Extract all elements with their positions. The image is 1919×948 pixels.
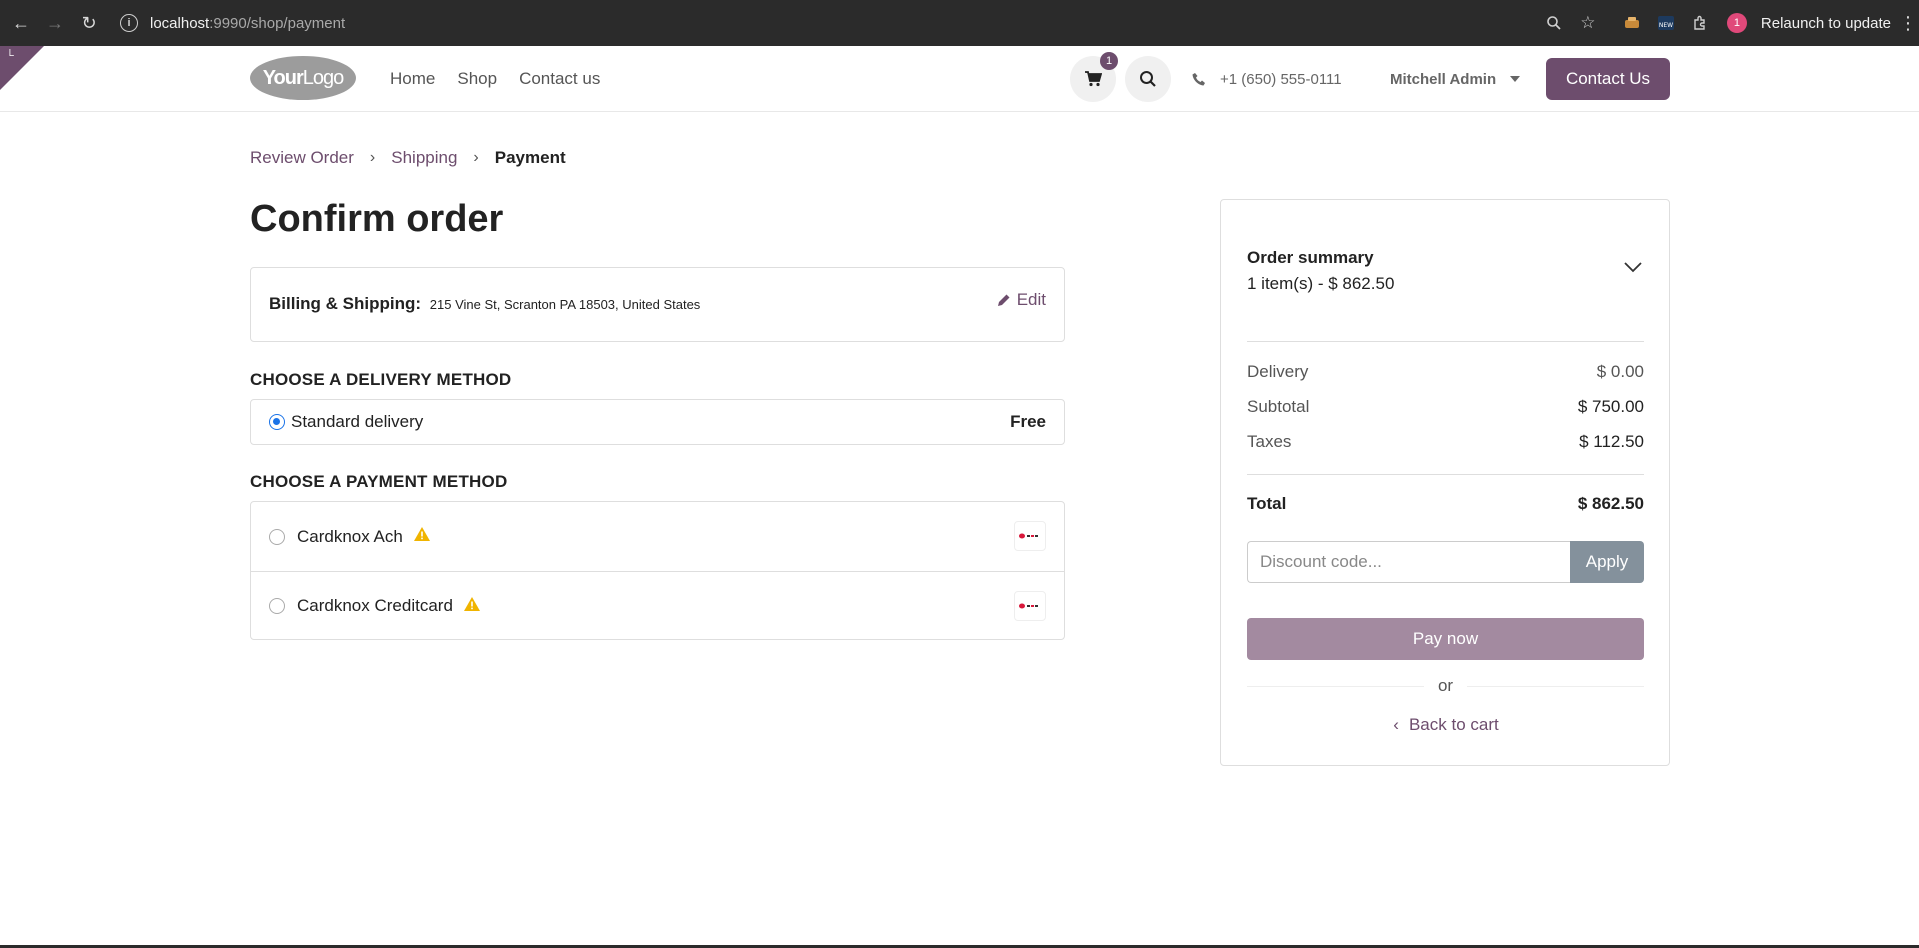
zoom-icon[interactable] (1537, 6, 1571, 40)
payment-option[interactable]: Cardknox Ach (251, 502, 1064, 571)
payment-radio[interactable] (269, 598, 285, 614)
user-name: Mitchell Admin (1390, 70, 1497, 88)
billing-label-text: Billing & Shipping: (269, 294, 422, 313)
chevron-left-icon: ‹ (1393, 715, 1399, 734)
page-title: Confirm order (250, 198, 504, 240)
payment-method-name: Cardknox Ach (297, 526, 403, 546)
delivery-radio[interactable] (269, 414, 285, 430)
chevron-down-icon (1510, 76, 1521, 82)
billing-label: Billing & Shipping: 215 Vine St, Scranto… (269, 294, 700, 314)
logo-text-thin: Logo (302, 66, 344, 89)
or-separator: or (1247, 676, 1644, 696)
nav-shop[interactable]: Shop (457, 69, 497, 89)
pencil-icon (997, 294, 1010, 306)
apply-discount-button[interactable]: Apply (1570, 541, 1644, 583)
url-path: :9990/shop/payment (209, 14, 346, 32)
delivery-method-name: Standard delivery (291, 412, 424, 431)
edit-address-button[interactable]: Edit (997, 290, 1046, 310)
search-icon (1140, 71, 1156, 87)
delivery-label: Delivery (1247, 362, 1309, 381)
breadcrumb-payment: Payment (494, 148, 566, 167)
total-value: $ 862.50 (1577, 494, 1644, 513)
edit-mode-flag-icon[interactable]: └ (0, 46, 44, 90)
discount-form: Apply (1247, 541, 1644, 583)
nav-contact-us[interactable]: Contact us (519, 69, 600, 89)
chevron-right-icon: › (473, 149, 479, 166)
delivery-value: $ 0.00 (1596, 362, 1644, 381)
chevron-down-icon[interactable] (1623, 260, 1643, 278)
cardknox-logo-icon (1014, 521, 1046, 551)
new-extension-icon[interactable]: NEW (1649, 6, 1683, 40)
profile-avatar[interactable]: 1 (1726, 13, 1747, 33)
subtotal-label: Subtotal (1247, 397, 1310, 416)
reload-icon[interactable]: ↻ (72, 6, 106, 40)
relaunch-button[interactable]: Relaunch to update (1757, 15, 1897, 32)
divider (1247, 341, 1644, 342)
delivery-method-card[interactable]: Standard delivery Free (250, 399, 1065, 445)
browser-menu-icon[interactable]: ⋮ (1897, 13, 1919, 34)
back-to-cart-link[interactable]: ‹ Back to cart (1221, 715, 1671, 735)
warning-icon (413, 526, 431, 547)
payment-methods-card: Cardknox Ach Cardknox Creditcard (250, 501, 1065, 640)
svg-text:NEW: NEW (1659, 22, 1673, 29)
extensions-puzzle-icon[interactable] (1683, 6, 1717, 40)
payment-radio[interactable] (269, 528, 285, 545)
address-bar[interactable]: i localhost:9990/shop/payment (120, 14, 345, 32)
taxes-value: $ 112.50 (1579, 432, 1644, 451)
order-item-count: 1 item(s) - $ 862.50 (1247, 274, 1395, 293)
breadcrumb-review-order[interactable]: Review Order (250, 148, 354, 168)
delivery-line: Delivery $ 0.00 (1247, 362, 1644, 382)
phone-contact[interactable]: +1 (650) 555-0111 (1192, 46, 1342, 112)
delivery-price: Free (1010, 412, 1046, 431)
breadcrumb: Review Order › Shipping › Payment (250, 148, 566, 168)
payment-method-name: Cardknox Creditcard (297, 596, 453, 615)
billing-shipping-card: Billing & Shipping: 215 Vine St, Scranto… (250, 267, 1065, 342)
extension-icon[interactable] (1615, 6, 1649, 40)
pay-now-button[interactable]: Pay now (1247, 618, 1644, 660)
phone-number: +1 (650) 555-0111 (1220, 70, 1342, 88)
cart-icon (1085, 71, 1102, 87)
nav-home[interactable]: Home (390, 69, 435, 89)
total-line: Total $ 862.50 (1247, 494, 1644, 514)
order-summary-title: Order summary (1247, 248, 1374, 267)
order-summary-card: Order summary 1 item(s) - $ 862.50 Deliv… (1220, 199, 1670, 766)
or-label: or (1437, 676, 1454, 695)
chevron-right-icon: › (369, 149, 376, 166)
main-nav: Home Shop Contact us (390, 46, 600, 112)
payment-section-title: CHOOSE A PAYMENT METHOD (250, 472, 508, 491)
subtotal-line: Subtotal $ 750.00 (1247, 397, 1644, 417)
forward-arrow-icon[interactable]: → (38, 6, 72, 40)
cardknox-logo-icon (1014, 591, 1046, 621)
billing-address: 215 Vine St, Scranton PA 18503, United S… (429, 297, 701, 312)
search-button[interactable] (1125, 56, 1171, 102)
warning-icon (463, 596, 481, 617)
phone-icon (1192, 73, 1205, 86)
site-header: └ Your Logo Home Shop Contact us 1 +1 (65… (0, 46, 1919, 112)
taxes-line: Taxes $ 112.50 (1247, 432, 1644, 452)
site-info-icon[interactable]: i (120, 14, 138, 32)
back-to-cart-label: Back to cart (1408, 715, 1499, 734)
total-label: Total (1247, 494, 1287, 513)
discount-code-input[interactable] (1247, 541, 1570, 583)
site-logo[interactable]: Your Logo (250, 56, 356, 100)
taxes-label: Taxes (1247, 432, 1292, 451)
cart-count-badge: 1 (1100, 52, 1118, 70)
payment-option[interactable]: Cardknox Creditcard (251, 571, 1064, 640)
breadcrumb-shipping[interactable]: Shipping (391, 148, 457, 168)
contact-us-button[interactable]: Contact Us (1546, 58, 1670, 100)
user-menu[interactable]: Mitchell Admin (1390, 46, 1521, 112)
delivery-section-title: CHOOSE A DELIVERY METHOD (250, 370, 512, 389)
logo-text-bold: Your (262, 66, 304, 89)
subtotal-value: $ 750.00 (1577, 397, 1644, 416)
browser-toolbar: ← → ↻ i localhost:9990/shop/payment ☆ NE… (0, 0, 1919, 46)
url-host: localhost (150, 14, 210, 32)
edit-label: Edit (1016, 290, 1046, 309)
bookmark-star-icon[interactable]: ☆ (1571, 6, 1605, 40)
divider (1247, 474, 1644, 475)
back-arrow-icon[interactable]: ← (4, 6, 38, 40)
